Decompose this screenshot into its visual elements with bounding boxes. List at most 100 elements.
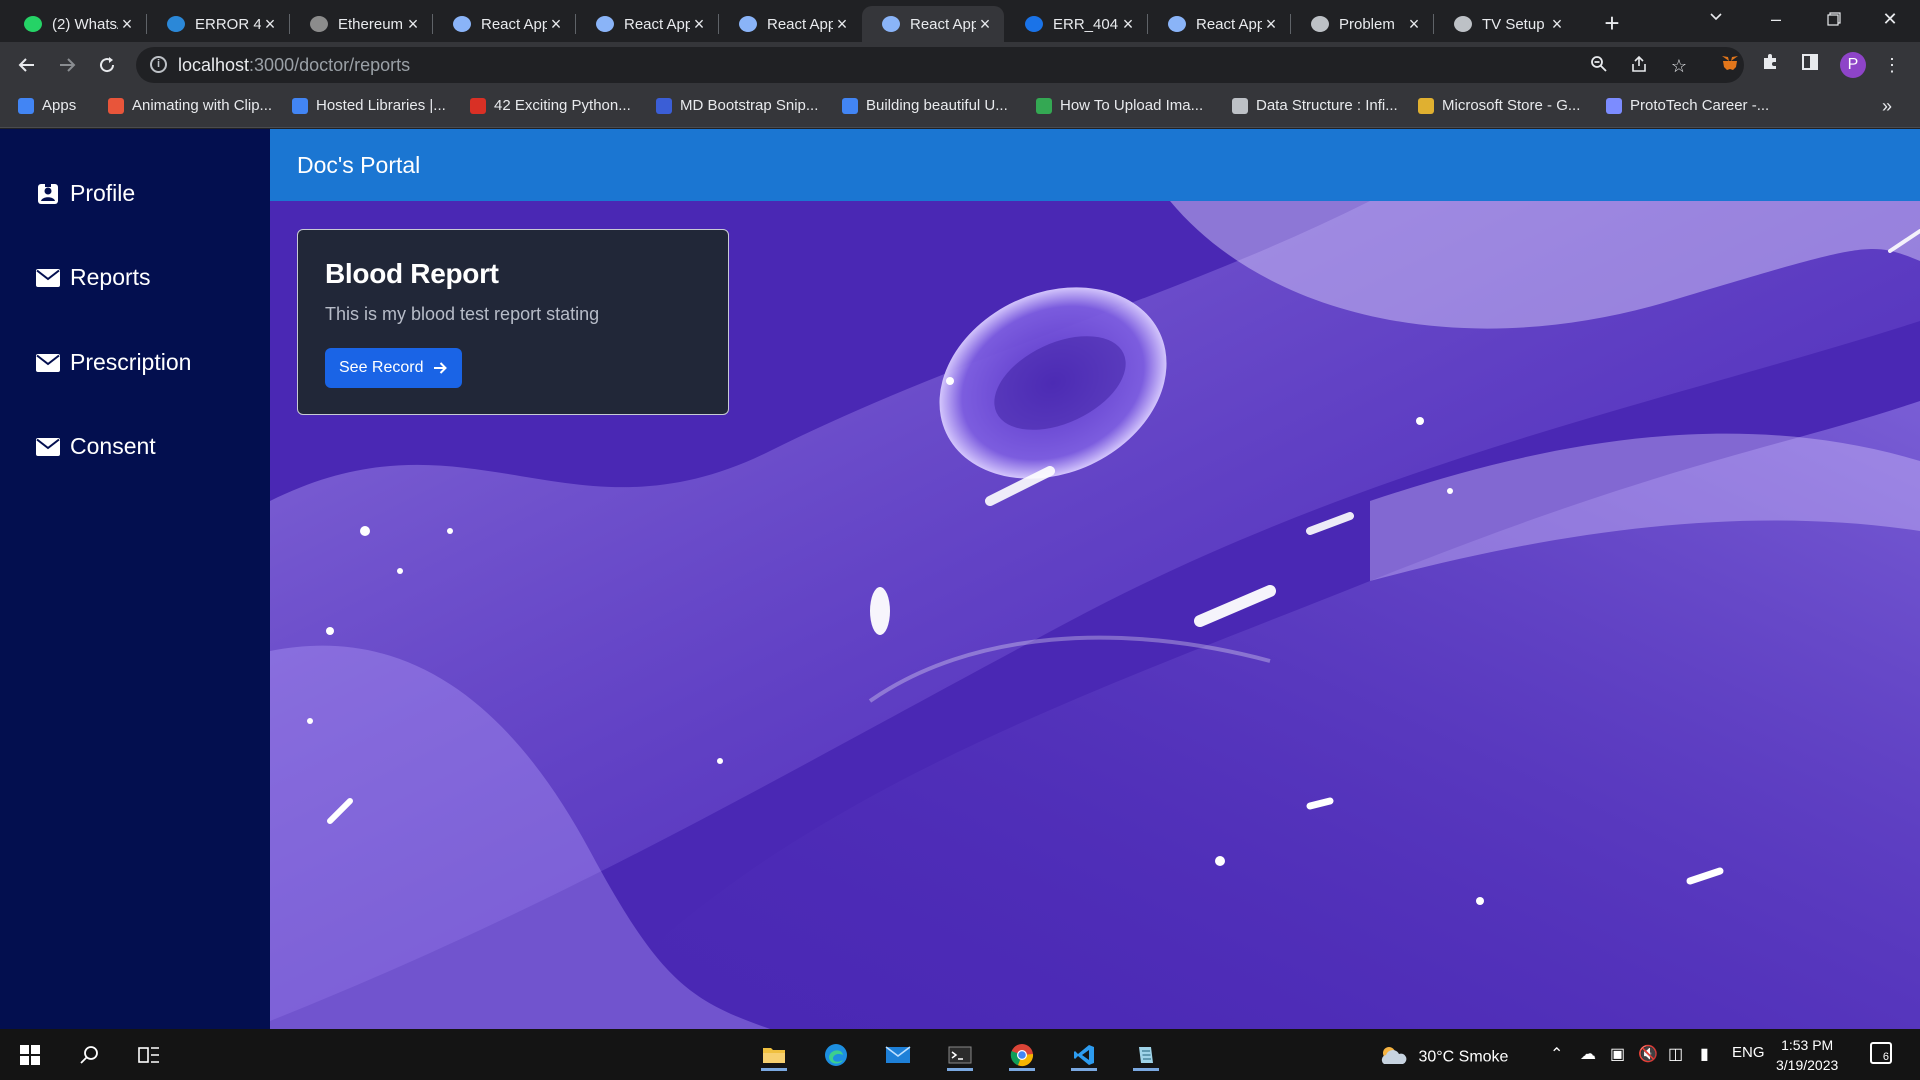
clock-time: 1:53 PM bbox=[1781, 1037, 1834, 1053]
profile-avatar[interactable]: P bbox=[1840, 52, 1866, 78]
tab-close-icon[interactable]: × bbox=[547, 14, 565, 34]
tab-close-icon[interactable]: × bbox=[261, 14, 279, 34]
sidebar-item-label: Prescription bbox=[70, 349, 192, 375]
tab-close-icon[interactable]: × bbox=[1405, 14, 1423, 34]
tab-title: Ethereum bbox=[338, 15, 404, 33]
extensions-puzzle-icon[interactable] bbox=[1758, 53, 1782, 77]
address-bar[interactable]: i localhost:3000/doctor/reports ☆ bbox=[136, 47, 1744, 83]
bookmarks-bar: Apps Animating with Clip... Hosted Librari… bbox=[0, 88, 1920, 128]
bookmark-item[interactable]: ProtoTech Career -... bbox=[1606, 97, 1769, 114]
sidebar-item-reports[interactable]: Reports bbox=[36, 264, 151, 291]
bookmark-item[interactable]: Data Structure : Infi... bbox=[1232, 97, 1398, 114]
reload-icon[interactable] bbox=[92, 50, 122, 80]
notepad-icon[interactable] bbox=[1129, 1039, 1163, 1071]
back-arrow-icon[interactable] bbox=[12, 50, 42, 80]
bookmark-label: ProtoTech Career -... bbox=[1630, 97, 1770, 114]
tab-close-icon[interactable]: × bbox=[1119, 14, 1137, 34]
url-text[interactable]: localhost:3000/doctor/reports bbox=[178, 55, 410, 76]
leaf-icon bbox=[1036, 97, 1052, 114]
tab-close-icon[interactable]: × bbox=[1262, 14, 1280, 34]
share-icon[interactable] bbox=[1628, 55, 1650, 77]
openai-icon bbox=[1454, 16, 1472, 32]
restore-button[interactable] bbox=[1806, 4, 1862, 34]
browser-tab[interactable]: React App × bbox=[576, 6, 718, 42]
bookmark-star-icon[interactable]: ☆ bbox=[1668, 55, 1690, 77]
vscode-icon[interactable] bbox=[1067, 1039, 1101, 1071]
zoom-icon[interactable] bbox=[1588, 55, 1610, 77]
show-hidden-icons-chevron-icon[interactable]: ⌃ bbox=[1550, 1044, 1563, 1064]
browser-tab[interactable]: React App × bbox=[1148, 6, 1290, 42]
bookmark-item[interactable]: Microsoft Store - G... bbox=[1418, 97, 1580, 114]
chrome-icon[interactable] bbox=[1005, 1039, 1039, 1071]
task-view-icon[interactable] bbox=[132, 1039, 166, 1071]
sidebar-item-profile[interactable]: Profile bbox=[36, 180, 135, 207]
browser-menu-icon[interactable]: ⋮ bbox=[1880, 53, 1904, 77]
browser-tab[interactable]: Problem × bbox=[1291, 6, 1433, 42]
device-icon[interactable]: ◫ bbox=[1668, 1044, 1683, 1064]
more-bookmarks-icon[interactable]: » bbox=[1882, 96, 1892, 117]
browser-tab[interactable]: Ethereum × bbox=[290, 6, 432, 42]
sidebar-item-prescription[interactable]: Prescription bbox=[36, 349, 191, 376]
blood-report-card: Blood Report This is my blood test repor… bbox=[297, 229, 729, 415]
weather-text: 30°C Smoke bbox=[1418, 1048, 1509, 1066]
browser-tab-strip: (2) WhatsApp×ERROR 404×Ethereum×React Ap… bbox=[0, 0, 1920, 42]
language-indicator[interactable]: ENG bbox=[1732, 1044, 1765, 1061]
mail-icon[interactable] bbox=[881, 1039, 915, 1071]
ethereum-icon bbox=[310, 16, 328, 32]
side-panel-icon[interactable] bbox=[1798, 53, 1822, 77]
system-clock[interactable]: 1:53 PM 3/19/2023 bbox=[1776, 1035, 1838, 1075]
tab-close-icon[interactable]: × bbox=[690, 14, 708, 34]
store-bag-icon bbox=[1418, 97, 1434, 114]
metamask-extension-icon[interactable] bbox=[1718, 53, 1742, 77]
tab-close-icon[interactable]: × bbox=[833, 14, 851, 34]
notification-count: 6 bbox=[1882, 1051, 1889, 1063]
bookmark-item[interactable]: 42 Exciting Python... bbox=[470, 97, 631, 114]
app-header: Doc's Portal bbox=[270, 129, 1920, 201]
browser-tab[interactable]: ERROR 404× bbox=[147, 6, 289, 42]
browser-tab[interactable]: React App × bbox=[862, 6, 1004, 42]
close-window-button[interactable]: ✕ bbox=[1862, 4, 1918, 34]
feather-icon bbox=[1606, 97, 1622, 114]
bookmark-item[interactable]: Building beautiful U... bbox=[842, 97, 1008, 114]
bookmark-item[interactable]: How To Upload Ima... bbox=[1036, 97, 1203, 114]
bookmark-item[interactable]: Hosted Libraries |... bbox=[292, 97, 446, 114]
network-icon[interactable]: ▣ bbox=[1610, 1044, 1625, 1064]
app-brand[interactable]: Doc's Portal bbox=[297, 152, 420, 179]
tab-close-icon[interactable]: × bbox=[404, 14, 422, 34]
bookmark-item[interactable]: Apps bbox=[18, 97, 76, 114]
edge-browser-icon[interactable] bbox=[819, 1039, 853, 1071]
bookmark-item[interactable]: Animating with Clip... bbox=[108, 97, 272, 114]
battery-icon[interactable]: ▮ bbox=[1700, 1044, 1709, 1064]
sidebar-item-label: Reports bbox=[70, 264, 151, 290]
whatsapp-icon bbox=[24, 16, 42, 32]
browser-tab[interactable]: React App × bbox=[433, 6, 575, 42]
file-explorer-icon[interactable] bbox=[757, 1039, 791, 1071]
new-tab-button[interactable]: + bbox=[1598, 10, 1626, 38]
tab-close-icon[interactable]: × bbox=[976, 14, 994, 34]
bookmark-label: Apps bbox=[42, 97, 77, 114]
volume-muted-icon[interactable]: 🔇 bbox=[1638, 1044, 1658, 1064]
search-icon[interactable] bbox=[72, 1039, 106, 1071]
tab-close-icon[interactable]: × bbox=[1548, 14, 1566, 34]
tab-close-icon[interactable]: × bbox=[118, 14, 136, 34]
windows-start-icon[interactable] bbox=[13, 1039, 47, 1071]
browser-tab[interactable]: ERR_404 × bbox=[1005, 6, 1147, 42]
site-info-icon[interactable]: i bbox=[150, 56, 167, 73]
bookmark-label: 42 Exciting Python... bbox=[494, 97, 631, 114]
notification-center-icon[interactable]: 6 bbox=[1870, 1042, 1892, 1064]
browser-tab[interactable]: (2) WhatsApp× bbox=[4, 6, 146, 42]
onedrive-icon[interactable]: ☁ bbox=[1580, 1044, 1596, 1064]
tab-title: React App bbox=[481, 15, 547, 33]
browser-tab[interactable]: React App × bbox=[719, 6, 861, 42]
browser-tab[interactable]: TV Setup × bbox=[1434, 6, 1576, 42]
tab-search-icon[interactable] bbox=[1708, 8, 1724, 29]
google-dev-icon bbox=[292, 97, 308, 114]
bookmark-label: Building beautiful U... bbox=[866, 97, 1008, 114]
minimize-button[interactable]: – bbox=[1748, 4, 1804, 34]
see-record-button[interactable]: See Record bbox=[325, 348, 462, 388]
terminal-icon[interactable] bbox=[943, 1039, 977, 1071]
bookmark-item[interactable]: MD Bootstrap Snip... bbox=[656, 97, 818, 114]
forward-arrow-icon[interactable] bbox=[52, 50, 82, 80]
sidebar-item-consent[interactable]: Consent bbox=[36, 433, 156, 460]
weather-widget[interactable]: 30°C Smoke bbox=[1378, 1044, 1508, 1071]
